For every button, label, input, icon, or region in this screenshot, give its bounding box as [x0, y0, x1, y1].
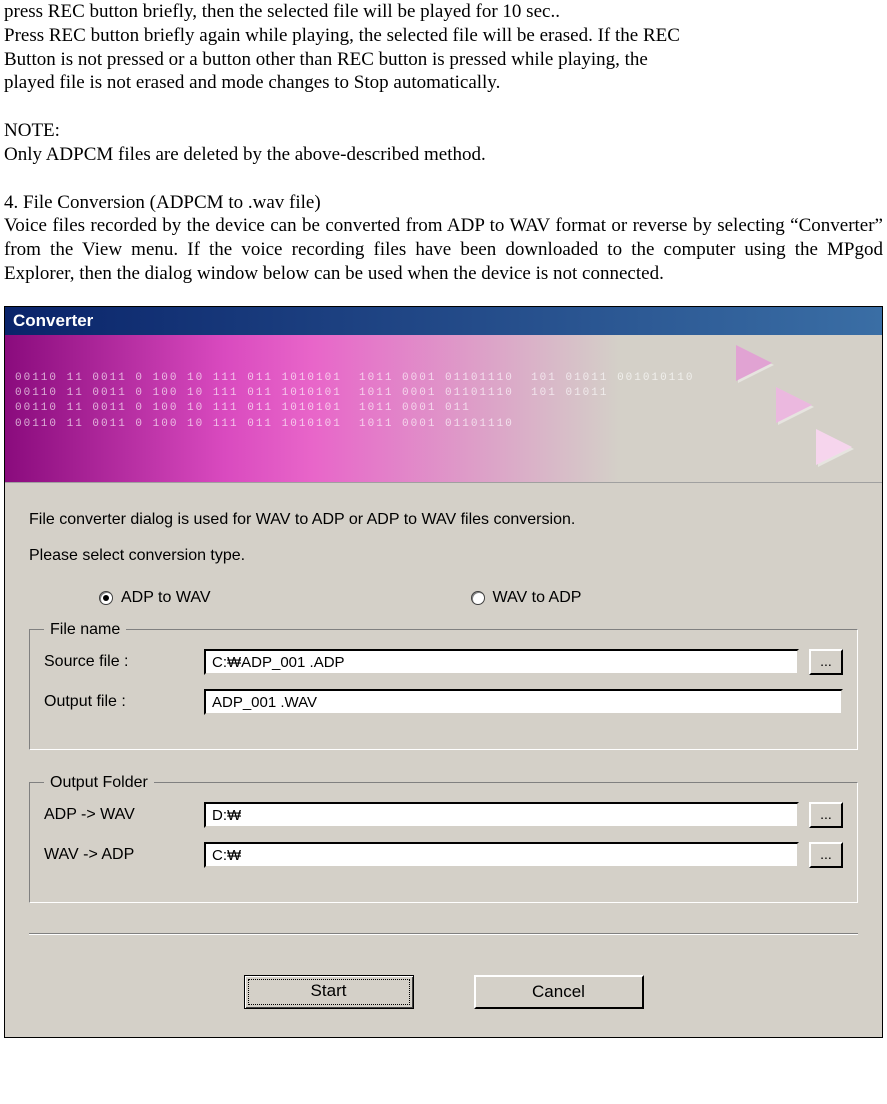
source-file-input[interactable]: C:₩ADP_001 .ADP — [204, 649, 799, 675]
converter-dialog-screenshot: Converter 00110 11 0011 0 100 10 111 011… — [4, 306, 883, 1038]
arrow-icon — [736, 345, 772, 381]
document-body: press REC button briefly, then the selec… — [0, 0, 887, 286]
paragraph-line: played file is not erased and mode chang… — [4, 71, 883, 95]
banner-graphic: 00110 11 0011 0 100 10 111 011 1010101 1… — [5, 335, 882, 483]
arrow-icon — [816, 429, 852, 465]
output-file-label: Output file : — [44, 693, 194, 711]
group-legend: File name — [44, 621, 126, 639]
group-legend: Output Folder — [44, 774, 154, 792]
wav-adp-folder-label: WAV -> ADP — [44, 846, 194, 864]
note-heading: NOTE: — [4, 119, 883, 143]
source-file-label: Source file : — [44, 653, 194, 671]
dialog-description-1: File converter dialog is used for WAV to… — [29, 511, 858, 529]
arrow-icon — [776, 387, 812, 423]
output-file-input[interactable]: ADP_001 .WAV — [204, 689, 843, 715]
adp-wav-folder-label: ADP -> WAV — [44, 806, 194, 824]
paragraph-line: Button is not pressed or a button other … — [4, 48, 883, 72]
start-button[interactable]: Start — [244, 975, 414, 1009]
section-body: Voice files recorded by the device can b… — [4, 214, 883, 285]
window-titlebar[interactable]: Converter — [5, 307, 882, 335]
browse-adp-wav-button[interactable]: ... — [809, 802, 843, 828]
cancel-button[interactable]: Cancel — [474, 975, 644, 1009]
paragraph-line: Press REC button briefly again while pla… — [4, 24, 883, 48]
note-body: Only ADPCM files are deleted by the abov… — [4, 143, 883, 167]
paragraph-line: press REC button briefly, then the selec… — [4, 0, 883, 24]
browse-source-button[interactable]: ... — [809, 649, 843, 675]
radio-icon — [471, 591, 485, 605]
radio-wav-to-adp[interactable]: WAV to ADP — [471, 589, 582, 607]
banner-binary-text: 00110 11 0011 0 100 10 111 011 1010101 1… — [15, 371, 695, 433]
browse-wav-adp-button[interactable]: ... — [809, 842, 843, 868]
wav-adp-folder-input[interactable]: C:₩ — [204, 842, 799, 868]
adp-wav-folder-input[interactable]: D:₩ — [204, 802, 799, 828]
banner-arrows — [736, 345, 852, 465]
window-title: Converter — [13, 311, 93, 330]
section-heading: 4. File Conversion (ADPCM to .wav file) — [4, 191, 883, 215]
radio-adp-to-wav[interactable]: ADP to WAV — [99, 589, 211, 607]
file-name-group: File name Source file : C:₩ADP_001 .ADP … — [29, 621, 858, 750]
radio-label: WAV to ADP — [493, 589, 582, 607]
dialog-description-2: Please select conversion type. — [29, 547, 858, 565]
radio-label: ADP to WAV — [121, 589, 211, 607]
radio-icon — [99, 591, 113, 605]
separator — [29, 933, 858, 935]
converter-window: Converter 00110 11 0011 0 100 10 111 011… — [4, 306, 883, 1038]
output-folder-group: Output Folder ADP -> WAV D:₩ ... WAV -> … — [29, 774, 858, 903]
